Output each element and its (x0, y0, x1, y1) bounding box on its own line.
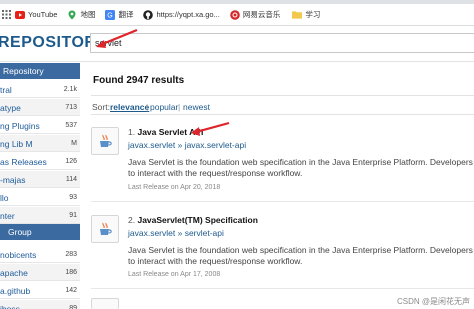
sidebar-group-item[interactable]: a.github 142 (0, 282, 80, 299)
sidebar-group-count: 186 (65, 269, 77, 276)
result-title: 1. Java Servlet API (128, 127, 203, 137)
sidebar-repo-item[interactable]: llo 93 (0, 189, 80, 206)
watermark: CSDN @是闲花无声 (396, 297, 470, 306)
bookmark-folder-study[interactable]: 学习 (292, 4, 320, 26)
group-heading: Group (0, 224, 80, 240)
result-divider (91, 288, 474, 289)
sort-separator: | (146, 102, 149, 112)
sidebar-repo-label: tral (0, 85, 12, 95)
sidebar-repo-count: 537 (65, 122, 77, 129)
bookmark-netease[interactable]: 网易云音乐 (230, 4, 281, 26)
sidebar-repo-count: 114 (65, 176, 77, 183)
sort-separator: | (178, 102, 181, 112)
sidebar-group-item[interactable]: nobicents 283 (0, 246, 80, 263)
youtube-icon (15, 10, 25, 20)
sidebar-repo-label: atype (0, 103, 21, 113)
results-panel: Found 2947 results Sort: relevance | pop… (91, 62, 474, 309)
sidebar-repo-item[interactable]: as Releases 126 (0, 153, 80, 170)
sidebar-repo-count: 2.1k (63, 86, 77, 93)
sidebar-group-label: apache (0, 268, 28, 278)
result-number: 2. (128, 215, 136, 225)
sort-label: Sort: (92, 102, 110, 112)
sidebar-repo-item[interactable]: ng Lib M M (0, 135, 80, 152)
svg-text:G: G (108, 12, 113, 19)
sidebar-repo-item[interactable]: -majas 114 (0, 171, 80, 188)
result-title-link[interactable]: JavaServlet(TM) Specification (137, 215, 257, 225)
sidebar-repo-label: ng Lib M (0, 139, 33, 149)
sidebar-repo-label: llo (0, 193, 9, 203)
result-description: to interact with the request/response wo… (128, 168, 303, 178)
sidebar-repo-count: M (71, 140, 77, 147)
translate-icon: G (105, 9, 116, 20)
java-coffee-icon (91, 298, 119, 309)
maps-icon (67, 10, 77, 20)
result-title: 2. JavaServlet(TM) Specification (128, 215, 258, 225)
sort-popular-link[interactable]: popular (150, 102, 178, 112)
sidebar-repo-label: ng Plugins (0, 121, 40, 131)
site-header: REPOSITORY servlet (0, 26, 474, 62)
bookmark-label: 学习 (305, 10, 321, 19)
bookmarks-bar: YouTube 地图 G 翻译 https://yqpt.xa.go... 网易… (0, 4, 474, 26)
netease-music-icon (230, 9, 240, 20)
folder-icon (292, 10, 303, 20)
result-divider (91, 201, 474, 202)
java-coffee-icon (91, 127, 119, 155)
result-description: to interact with the request/response wo… (128, 256, 303, 266)
sort-bar: Sort: relevance | popular | newest (91, 95, 474, 115)
repository-heading: Repository (0, 63, 80, 79)
bookmark-maps[interactable]: 地图 (67, 4, 95, 26)
sidebar-group-item[interactable]: jboss 89 (0, 300, 80, 309)
result-coordinates-link[interactable]: javax.servlet » javax.servlet-api (128, 140, 246, 150)
result-coordinates-link[interactable]: javax.servlet » servlet-api (128, 228, 224, 238)
result-description: Java Servlet is the foundation web speci… (128, 245, 474, 255)
sidebar-group-count: 89 (69, 305, 77, 309)
sidebar-repo-count: 126 (65, 158, 77, 165)
sidebar-group-count: 142 (65, 287, 77, 294)
apps-icon[interactable] (0, 4, 13, 26)
sidebar-group-label: jboss (0, 304, 20, 309)
sort-newest-link[interactable]: newest (183, 102, 210, 112)
sidebar-repo-count: 93 (69, 194, 77, 201)
result-release-date: Last Release on Apr 20, 2018 (128, 184, 221, 191)
bookmark-label: YouTube (28, 10, 58, 19)
sidebar-repo-count: 713 (65, 104, 77, 111)
sidebar-repo-label: -majas (0, 175, 26, 185)
result-title-link[interactable]: Java Servlet API (137, 127, 203, 137)
java-coffee-icon (91, 215, 119, 243)
sidebar-repo-label: as Releases (0, 157, 47, 167)
search-input[interactable]: servlet (90, 33, 474, 53)
result-item: 2. JavaServlet(TM) Specification javax.s… (91, 214, 474, 294)
sidebar: Repository tral 2.1k atype 713 ng Plugin… (0, 62, 80, 309)
result-number: 1. (128, 127, 136, 137)
bookmark-youtube[interactable]: YouTube (15, 4, 57, 26)
result-description: Java Servlet is the foundation web speci… (128, 157, 474, 167)
sidebar-repo-count: 91 (69, 212, 77, 219)
bookmark-translate[interactable]: G 翻译 (105, 4, 133, 26)
bookmark-label: https://yqpt.xa.go... (156, 10, 220, 19)
sidebar-repo-item[interactable]: atype 713 (0, 99, 80, 116)
sidebar-group-count: 283 (65, 251, 77, 258)
result-item: 1. Java Servlet API javax.servlet » java… (91, 126, 474, 206)
sort-relevance-link[interactable]: relevance (110, 102, 149, 112)
sidebar-group-item[interactable]: apache 186 (0, 264, 80, 281)
sidebar-group-label: nobicents (0, 250, 37, 260)
results-count: Found 2947 results (93, 75, 185, 86)
sidebar-repo-item[interactable]: tral 2.1k (0, 81, 80, 98)
bookmark-label: 地图 (80, 10, 96, 19)
sidebar-repo-label: nter (0, 211, 15, 221)
result-release-date: Last Release on Apr 17, 2008 (128, 271, 221, 278)
sidebar-repo-item[interactable]: ng Plugins 537 (0, 117, 80, 134)
sidebar-group-label: a.github (0, 286, 31, 296)
github-icon (143, 9, 154, 20)
bookmark-label: 翻译 (118, 10, 134, 19)
bookmark-yqpt[interactable]: https://yqpt.xa.go... (143, 4, 220, 26)
bookmark-label: 网易云音乐 (242, 10, 281, 19)
sidebar-repo-item[interactable]: nter 91 (0, 207, 80, 224)
